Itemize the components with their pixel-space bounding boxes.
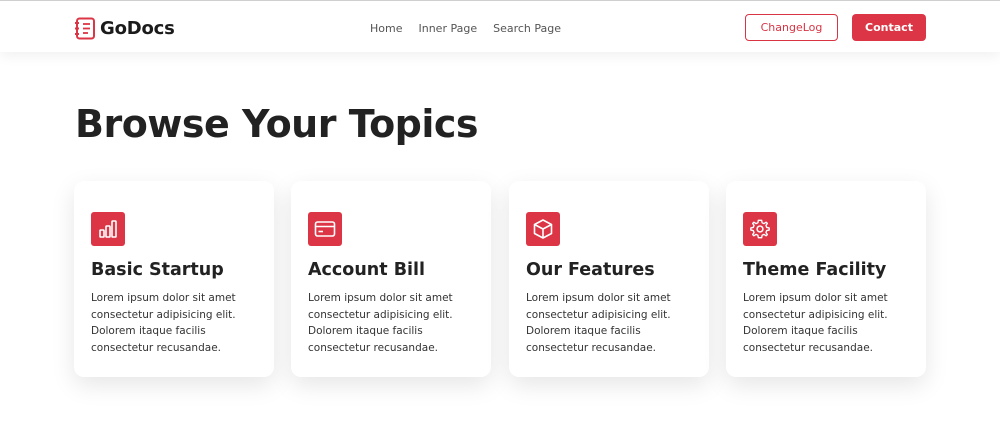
card-title: Theme Facility xyxy=(743,260,887,280)
notebook-icon xyxy=(75,17,95,39)
nav-item-search-page[interactable]: Search Page xyxy=(493,22,561,35)
logo[interactable]: GoDocs xyxy=(74,16,175,40)
card-title: Basic Startup xyxy=(91,260,224,280)
topic-card-account-bill[interactable]: Account Bill Lorem ipsum dolor sit amet … xyxy=(291,181,491,377)
box-icon xyxy=(526,212,560,246)
card-description: Lorem ipsum dolor sit amet consectetur a… xyxy=(91,292,236,354)
card-description: Lorem ipsum dolor sit amet consectetur a… xyxy=(526,292,671,354)
page-title: Browse Your Topics xyxy=(75,102,479,146)
nav-item-inner-page[interactable]: Inner Page xyxy=(418,22,477,35)
bar-chart-icon xyxy=(91,212,125,246)
card-description: Lorem ipsum dolor sit amet consectetur a… xyxy=(308,292,453,354)
contact-button[interactable]: Contact xyxy=(852,14,926,41)
card-description: Lorem ipsum dolor sit amet consectetur a… xyxy=(743,292,888,354)
main-nav: Home Inner Page Search Page xyxy=(370,22,561,35)
logo-text: GoDocs xyxy=(100,17,175,39)
card-title: Our Features xyxy=(526,260,655,280)
topic-card-basic-startup[interactable]: Basic Startup Lorem ipsum dolor sit amet… xyxy=(74,181,274,377)
topic-card-our-features[interactable]: Our Features Lorem ipsum dolor sit amet … xyxy=(509,181,709,377)
nav-item-home[interactable]: Home xyxy=(370,22,402,35)
changelog-button[interactable]: ChangeLog xyxy=(745,14,838,41)
topic-card-theme-facility[interactable]: Theme Facility Lorem ipsum dolor sit ame… xyxy=(726,181,926,377)
site-header: GoDocs Home Inner Page Search Page Chang… xyxy=(0,0,1000,52)
card-title: Account Bill xyxy=(308,260,426,280)
gear-icon xyxy=(743,212,777,246)
credit-card-icon xyxy=(308,212,342,246)
